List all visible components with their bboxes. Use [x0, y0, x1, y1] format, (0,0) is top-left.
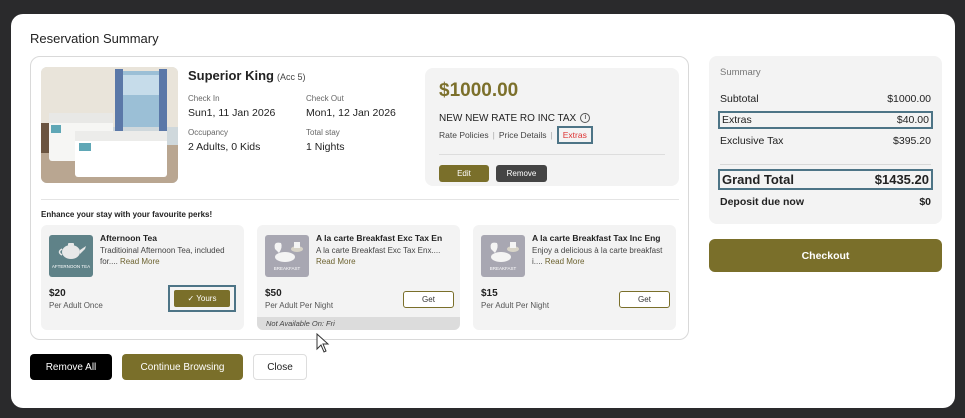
perk-card-breakfast-exc-tax: BREAKFAST A la carte Breakfast Exc Tax E…: [257, 225, 460, 330]
perk-description: Traditioinal Afternoon Tea, included for…: [100, 245, 240, 267]
rate-links: Rate Policies | Price Details | Extras: [439, 126, 593, 144]
perk-price: $15: [481, 288, 498, 299]
perk-description: Enjoy a delicious à la carte breakfast i…: [532, 245, 672, 267]
remove-all-button[interactable]: Remove All: [30, 354, 112, 380]
room-accommodation: (Acc 5): [276, 72, 306, 82]
tax-value: $395.20: [893, 135, 931, 147]
room-image: [41, 67, 178, 183]
grand-total-row: Grand Total $1435.20: [718, 169, 933, 190]
room-name-text: Superior King: [188, 68, 274, 83]
extras-row: Extras $40.00: [718, 111, 933, 129]
availability-note: Not Available On: Fri: [257, 317, 460, 330]
get-button[interactable]: Get: [403, 291, 454, 308]
link-separator: |: [550, 130, 553, 140]
extras-value: $40.00: [896, 114, 929, 126]
rate-name: NEW NEW RATE RO INC TAX i: [439, 113, 591, 124]
checkout-button[interactable]: Checkout: [709, 239, 942, 272]
tax-label: Exclusive Tax: [720, 135, 784, 147]
perk-thumb-text: AFTERNOON TEA: [52, 264, 90, 269]
subtotal-row: Subtotal $1000.00: [720, 93, 931, 105]
perk-thumb-text: BREAKFAST: [490, 266, 517, 271]
price-details-link[interactable]: Price Details: [499, 130, 547, 140]
subtotal-label: Subtotal: [720, 93, 759, 105]
occupancy-value: 2 Adults, 0 Kids: [188, 141, 261, 153]
subtotal-value: $1000.00: [887, 93, 931, 105]
yours-highlight: ✓ Yours: [168, 285, 236, 312]
perks-heading: Enhance your stay with your favourite pe…: [41, 210, 213, 219]
breakfast-icon: BREAKFAST: [265, 235, 309, 277]
room-name: Superior King (Acc 5): [188, 68, 305, 83]
perk-title: Afternoon Tea: [100, 233, 157, 243]
summary-title: Summary: [720, 67, 761, 78]
divider: [41, 199, 679, 200]
teapot-icon: AFTERNOON TEA: [49, 235, 93, 277]
divider: [439, 154, 665, 155]
total-stay-label: Total stay: [306, 128, 340, 137]
check-in-label: Check In: [188, 94, 220, 103]
perk-basis: Per Adult Once: [49, 301, 103, 310]
grand-total-label: Grand Total: [722, 172, 794, 187]
extras-link[interactable]: Extras: [556, 126, 593, 144]
total-stay-value: 1 Nights: [306, 141, 345, 153]
close-button[interactable]: Close: [253, 354, 307, 380]
modal-title: Reservation Summary: [30, 31, 159, 46]
extras-label: Extras: [722, 114, 752, 126]
remove-button[interactable]: Remove: [496, 165, 547, 182]
check-in-value: Sun1, 11 Jan 2026: [188, 107, 276, 119]
read-more-link[interactable]: Read More: [120, 257, 160, 266]
deposit-value: $0: [919, 196, 931, 208]
yours-button[interactable]: ✓ Yours: [174, 290, 230, 307]
link-separator: |: [492, 130, 495, 140]
get-button[interactable]: Get: [619, 291, 670, 308]
perk-card-afternoon-tea: AFTERNOON TEA Afternoon Tea Traditioinal…: [41, 225, 244, 330]
perk-description-text: A la carte Breakfast Exc Tax Enx....: [316, 246, 441, 255]
rate-policies-link[interactable]: Rate Policies: [439, 130, 489, 140]
perk-description: A la carte Breakfast Exc Tax Enx.... Read…: [316, 245, 456, 267]
rate-box: $1000.00 NEW NEW RATE RO INC TAX i Rate P…: [425, 68, 679, 186]
perk-card-breakfast-inc-tax: BREAKFAST A la carte Breakfast Tax Inc E…: [473, 225, 676, 330]
read-more-link[interactable]: Read More: [545, 257, 585, 266]
perk-price: $20: [49, 288, 66, 299]
reservation-summary-modal: Reservation Summary Superior King(Acc 5)…: [11, 14, 955, 408]
tax-row: Exclusive Tax $395.20: [720, 135, 931, 147]
perk-description-text: Traditioinal Afternoon Tea, included for…: [100, 246, 225, 266]
perk-thumb-text: BREAKFAST: [274, 266, 301, 271]
rate-price: $1000.00: [439, 80, 519, 101]
perk-title: A la carte Breakfast Tax Inc Eng: [532, 233, 661, 243]
continue-browsing-button[interactable]: Continue Browsing: [122, 354, 243, 380]
rate-name-text: NEW NEW RATE RO INC TAX: [439, 113, 577, 124]
deposit-row: Deposit due now $0: [720, 196, 931, 208]
occupancy-label: Occupancy: [188, 128, 229, 137]
perk-basis: Per Adult Per Night: [265, 301, 334, 310]
check-out-label: Check Out: [306, 94, 344, 103]
perk-title: A la carte Breakfast Exc Tax En: [316, 233, 443, 243]
perk-price: $50: [265, 288, 282, 299]
edit-button[interactable]: Edit: [439, 165, 489, 182]
summary-panel: Summary Subtotal $1000.00 Extras $40.00 …: [709, 56, 942, 224]
room-card: Superior King (Acc 5) Check In Sun1, 11 J…: [30, 56, 689, 340]
breakfast-icon: BREAKFAST: [481, 235, 525, 277]
perk-basis: Per Adult Per Night: [481, 301, 550, 310]
check-out-value: Mon1, 12 Jan 2026: [306, 107, 396, 119]
divider: [720, 164, 931, 165]
read-more-link[interactable]: Read More: [316, 257, 356, 266]
grand-total-value: $1435.20: [874, 172, 929, 187]
info-icon[interactable]: i: [580, 113, 591, 124]
mouse-cursor-icon: [316, 332, 330, 358]
deposit-label: Deposit due now: [720, 196, 804, 208]
